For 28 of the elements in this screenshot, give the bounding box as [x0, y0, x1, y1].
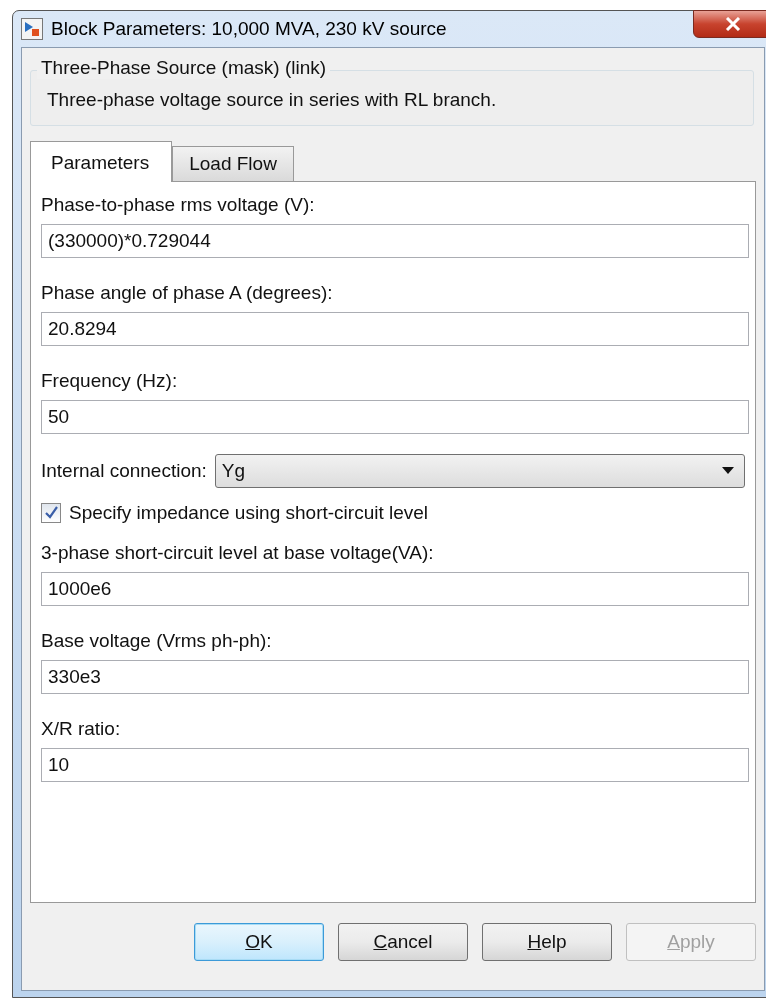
input-field[interactable]: 330e3 — [41, 660, 749, 694]
checkbox[interactable] — [41, 503, 61, 523]
window-title: Block Parameters: 10,000 MVA, 230 kV source — [51, 18, 447, 40]
dialog-button[interactable]: OK — [194, 923, 324, 961]
field-label: 3-phase short-circuit level at base voltage(VA): — [41, 542, 435, 564]
input-field[interactable]: 1000e6 — [41, 572, 749, 606]
input-field[interactable]: 10 — [41, 748, 749, 782]
close-icon — [724, 17, 742, 31]
field-label: X/R ratio: — [41, 718, 122, 740]
field-label: Frequency (Hz): — [41, 370, 179, 392]
field-label: Phase-to-phase rms voltage (V): — [41, 194, 316, 216]
dropdown[interactable]: Yg — [214, 454, 745, 488]
block-icon — [21, 18, 43, 40]
caret-icon — [722, 467, 734, 475]
field-label: Phase angle of phase A (degrees): — [41, 282, 334, 304]
tab[interactable]: Load Flow — [172, 146, 294, 181]
input-field[interactable]: 50 — [41, 400, 749, 434]
check-icon — [44, 506, 58, 520]
field-label: Base voltage (Vrms ph-ph): — [41, 630, 273, 652]
dialog-button[interactable]: Cancel — [338, 923, 468, 961]
tab[interactable]: Parameters — [30, 141, 173, 182]
close-button[interactable] — [693, 10, 766, 38]
description: Three-phase voltage source in series with RL branch. — [47, 89, 497, 110]
checkbox-label: Specify impedance using short-circuit level — [69, 502, 429, 524]
input-field[interactable]: (330000)*0.729044 — [41, 224, 749, 258]
input-field[interactable]: 20.8294 — [41, 312, 749, 346]
dialog-button[interactable]: Help — [482, 923, 612, 961]
field-label: Internal connection: — [41, 460, 207, 482]
